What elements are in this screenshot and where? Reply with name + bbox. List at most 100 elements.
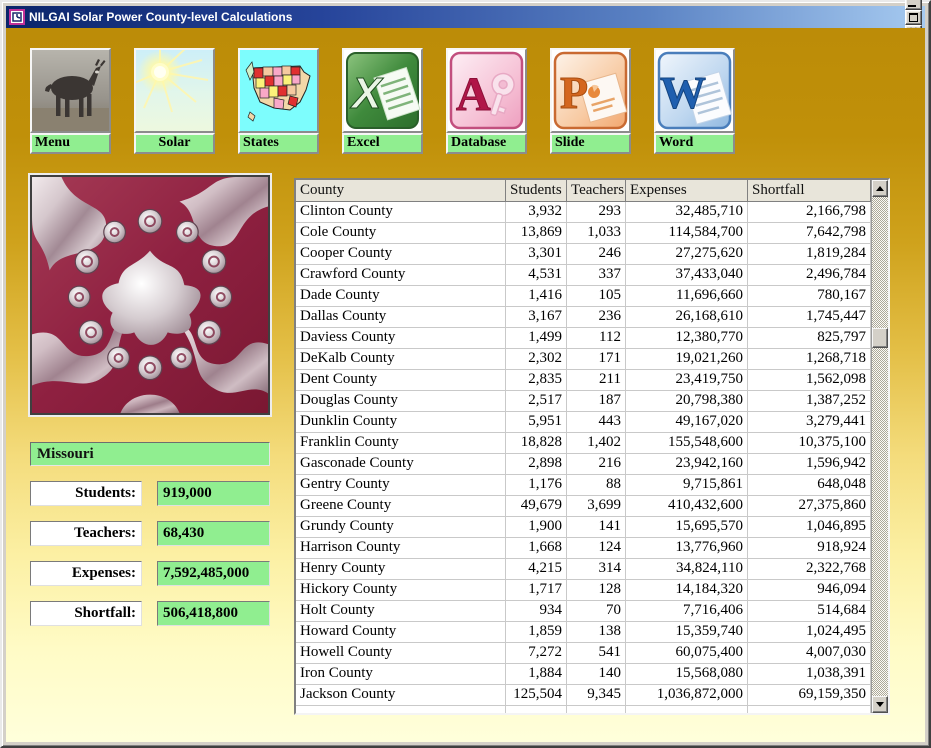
table-cell: 37,433,040 <box>626 265 748 286</box>
table-cell: 13,776,960 <box>626 538 748 559</box>
toolbar-button-solar[interactable]: Solar <box>134 48 215 154</box>
table-row[interactable]: Dallas County3,16723626,168,6101,745,447 <box>296 307 871 328</box>
table-row[interactable]: Howard County1,85913815,359,7401,024,495 <box>296 622 871 643</box>
table-cell: Clinton County <box>296 202 506 223</box>
table-row[interactable]: Franklin County18,8281,402155,548,60010,… <box>296 433 871 454</box>
table-cell: 2,898 <box>506 454 567 475</box>
table-row[interactable]: Clinton County3,93229332,485,7102,166,79… <box>296 202 871 223</box>
table-row[interactable]: Howell County7,27254160,075,4004,007,030 <box>296 643 871 664</box>
table-row[interactable]: Daviess County1,49911212,380,770825,797 <box>296 328 871 349</box>
table-cell: 2,302 <box>506 349 567 370</box>
table-cell: 32,485,710 <box>626 202 748 223</box>
students-value[interactable]: 919,000 <box>157 481 270 506</box>
scroll-up-icon <box>876 186 884 191</box>
table-cell: 825,797 <box>748 328 871 349</box>
table-row[interactable]: Dent County2,83521123,419,7501,562,098 <box>296 370 871 391</box>
table-row[interactable]: Grundy County1,90014115,695,5701,046,895 <box>296 517 871 538</box>
table-cell: 4,531 <box>506 265 567 286</box>
table-row[interactable]: Gasconade County2,89821623,942,1601,596,… <box>296 454 871 475</box>
toolbar-button-menu[interactable]: Menu <box>30 48 111 154</box>
table-cell: 15,568,080 <box>626 664 748 685</box>
column-header-county[interactable]: County <box>296 180 506 201</box>
table-cell: Dallas County <box>296 307 506 328</box>
table-row[interactable]: Crawford County4,53133737,433,0402,496,7… <box>296 265 871 286</box>
table-cell: 19,021,260 <box>626 349 748 370</box>
table-cell: 314 <box>567 559 626 580</box>
scrollbar-thumb[interactable] <box>872 328 888 348</box>
table-cell: Franklin County <box>296 433 506 454</box>
table-cell: 13,869 <box>506 223 567 244</box>
table-cell: 1,038,391 <box>748 664 871 685</box>
table-cell: 3,279,441 <box>748 412 871 433</box>
table-cell <box>296 706 506 713</box>
table-row[interactable]: Holt County934707,716,406514,684 <box>296 601 871 622</box>
toolbar-button-slide[interactable]: P Slide <box>550 48 631 154</box>
state-name-box[interactable]: Missouri <box>30 442 270 466</box>
table-cell: 20,798,380 <box>626 391 748 412</box>
table-cell: Harrison County <box>296 538 506 559</box>
table-row[interactable]: Gentry County1,176889,715,861648,048 <box>296 475 871 496</box>
table-cell: 1,668 <box>506 538 567 559</box>
table-cell: 1,176 <box>506 475 567 496</box>
table-cell: 70 <box>567 601 626 622</box>
table-cell: 246 <box>567 244 626 265</box>
table-row[interactable]: Henry County4,21531434,824,1102,322,768 <box>296 559 871 580</box>
column-header-students[interactable]: Students <box>506 180 567 201</box>
scroll-up-button[interactable] <box>872 180 888 197</box>
table-row[interactable]: Greene County49,6793,699410,432,60027,37… <box>296 496 871 517</box>
table-row[interactable]: Cooper County3,30124627,275,6201,819,284 <box>296 244 871 265</box>
table-row[interactable]: Cole County13,8691,033114,584,7007,642,7… <box>296 223 871 244</box>
table-cell: 946,094 <box>748 580 871 601</box>
table-cell: 780,167 <box>748 286 871 307</box>
toolbar-button-database[interactable]: A Database <box>446 48 527 154</box>
table-row[interactable]: Jackson County125,5049,3451,036,872,0006… <box>296 685 871 706</box>
table-cell: 2,517 <box>506 391 567 412</box>
table-cell: 1,499 <box>506 328 567 349</box>
minimize-button[interactable] <box>905 0 922 10</box>
column-header-shortfall[interactable]: Shortfall <box>748 180 871 201</box>
toolbar-button-states[interactable]: States <box>238 48 319 154</box>
toolbar-button-excel[interactable]: X Excel <box>342 48 423 154</box>
table-cell: Grundy County <box>296 517 506 538</box>
table-cell: 337 <box>567 265 626 286</box>
table-cell: 3,932 <box>506 202 567 223</box>
table-cell: 7,716,406 <box>626 601 748 622</box>
table-row[interactable]: DeKalb County2,30217119,021,2601,268,718 <box>296 349 871 370</box>
us-map-icon <box>238 48 319 133</box>
table-row[interactable]: Dade County1,41610511,696,660780,167 <box>296 286 871 307</box>
scroll-down-button[interactable] <box>872 696 888 713</box>
table-cell: 1,859 <box>506 622 567 643</box>
table-row[interactable]: Dunklin County5,95144349,167,0203,279,44… <box>296 412 871 433</box>
field-row-teachers: Teachers: 68,430 <box>30 521 270 546</box>
toolbar-label-word: Word <box>654 133 735 154</box>
column-header-teachers[interactable]: Teachers <box>567 180 626 201</box>
table-row[interactable]: Iron County1,88414015,568,0801,038,391 <box>296 664 871 685</box>
table-cell: 236 <box>567 307 626 328</box>
table-cell: Gentry County <box>296 475 506 496</box>
table-cell: 934 <box>506 601 567 622</box>
table-cell: 140 <box>567 664 626 685</box>
shortfall-value[interactable]: 506,418,800 <box>157 601 270 626</box>
county-table-header: County Students Teachers Expenses Shortf… <box>296 180 871 202</box>
expenses-value[interactable]: 7,592,485,000 <box>157 561 270 586</box>
svg-text:X: X <box>349 69 384 118</box>
table-row[interactable]: Douglas County2,51718720,798,3801,387,25… <box>296 391 871 412</box>
table-cell: 171 <box>567 349 626 370</box>
table-vertical-scrollbar[interactable] <box>871 180 888 713</box>
table-cell: 112 <box>567 328 626 349</box>
table-cell: 15,359,740 <box>626 622 748 643</box>
column-header-expenses[interactable]: Expenses <box>626 180 748 201</box>
teachers-value[interactable]: 68,430 <box>157 521 270 546</box>
table-cell: 49,167,020 <box>626 412 748 433</box>
table-row[interactable]: Hickory County1,71712814,184,320946,094 <box>296 580 871 601</box>
table-cell: 7,642,798 <box>748 223 871 244</box>
svg-text:A: A <box>456 68 491 121</box>
county-table-body: Clinton County3,93229332,485,7102,166,79… <box>296 202 871 713</box>
svg-text:W: W <box>660 67 706 118</box>
toolbar-button-word[interactable]: W Word <box>654 48 735 154</box>
table-cell: 541 <box>567 643 626 664</box>
toolbar-label-database: Database <box>446 133 527 154</box>
maximize-button[interactable] <box>905 10 922 25</box>
table-row[interactable]: Harrison County1,66812413,776,960918,924 <box>296 538 871 559</box>
table-cell: Douglas County <box>296 391 506 412</box>
